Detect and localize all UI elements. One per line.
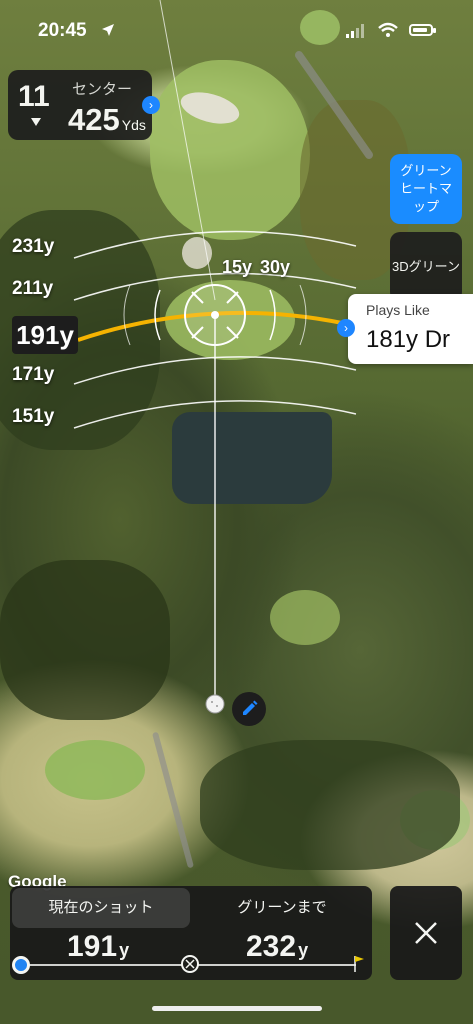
battery-icon <box>409 24 436 36</box>
chevron-down-icon[interactable] <box>31 118 41 126</box>
golf-map-screen[interactable]: 20:45 11 センター 425 Yds › グリーンヒートマップ 3Dグリーン… <box>0 0 473 1024</box>
hole-distance: 425 Yds <box>68 102 146 137</box>
3d-green-button[interactable]: 3Dグリーン <box>390 232 462 302</box>
target-icon <box>181 955 199 973</box>
yardage-label-selected: 191y <box>12 316 78 354</box>
flag-icon <box>354 956 364 972</box>
close-icon <box>415 922 437 944</box>
signal-icon <box>346 24 364 38</box>
edit-shot-button[interactable] <box>232 692 266 726</box>
yardage-label-151: 151y <box>12 406 55 427</box>
yardage-label-231: 231y <box>12 236 55 257</box>
location-arrow-icon <box>102 24 114 36</box>
wifi-icon <box>378 22 398 37</box>
start-position-dot <box>12 956 30 974</box>
current-shot-distance: 191 y <box>67 930 130 963</box>
dispersion-left <box>154 289 161 341</box>
plays-like-label: Plays Like <box>366 302 430 318</box>
status-time: 20:45 <box>38 20 87 41</box>
scale-label-15: 15y <box>222 257 253 277</box>
yardage-arc-231 <box>73 230 357 259</box>
dispersion-left-outer <box>123 284 131 346</box>
status-bar: 20:45 <box>0 0 473 56</box>
chevron-right-icon[interactable]: › <box>142 96 160 114</box>
plays-like-value: 181y Dr <box>366 326 451 353</box>
crosshair-icon[interactable] <box>184 284 246 346</box>
pencil-icon <box>243 700 258 715</box>
hole-info-card[interactable]: 11 センター 425 Yds <box>8 70 152 140</box>
distance-to-green: 232 y <box>246 930 309 963</box>
green-heatmap-button[interactable]: グリーンヒートマップ <box>390 154 462 224</box>
plays-like-card[interactable]: Plays Like 181y Dr <box>348 294 473 364</box>
yardage-label-171: 171y <box>12 364 55 385</box>
yardage-label-211: 211y <box>12 278 54 299</box>
chevron-right-icon[interactable]: › <box>337 319 355 337</box>
tab-current-shot[interactable]: 現在のショット <box>12 888 190 928</box>
home-indicator[interactable] <box>152 1006 322 1011</box>
scale-label-30: 30y <box>260 257 291 277</box>
close-button[interactable] <box>390 886 462 980</box>
hole-number: 11 <box>18 80 50 113</box>
golf-ball-icon[interactable] <box>205 694 225 714</box>
shot-distance-panel: 現在のショット グリーンまで 191 y 232 y <box>10 886 372 980</box>
distance-label: センター <box>72 81 133 98</box>
tab-to-green[interactable]: グリーンまで <box>194 888 370 928</box>
